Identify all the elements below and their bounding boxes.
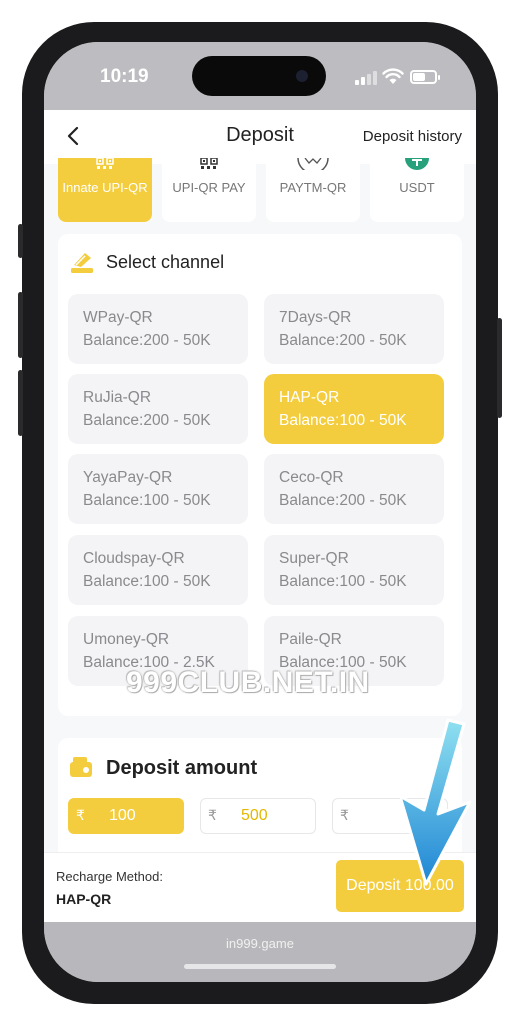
status-bar: 10:19 — [44, 42, 476, 110]
channel-name: WPay-QR — [83, 309, 153, 326]
tab-paytm-qr[interactable]: PAYTM-QR — [266, 158, 360, 222]
channel-name: HAP-QR — [279, 389, 340, 406]
action-button — [18, 224, 23, 258]
tab-upi-qr-pay[interactable]: UPI-QR PAY — [162, 158, 256, 222]
tab-label: PAYTM-QR — [279, 180, 347, 195]
page-header: Deposit Deposit history — [44, 110, 476, 164]
channel-hap-qr[interactable]: HAP-QR Balance:100 - 50K — [264, 374, 444, 444]
tab-innate-upi-qr[interactable]: Innate UPI-QR — [58, 158, 152, 222]
rupee-icon: ₹ — [208, 807, 217, 823]
usdt-coin-icon — [405, 158, 429, 170]
home-indicator[interactable] — [184, 964, 336, 969]
channel-name: Ceco-QR — [279, 469, 344, 486]
channel-cloudspay-qr[interactable]: Cloudspay-QR Balance:100 - 50K — [68, 535, 248, 605]
amount-value: 100 — [109, 807, 136, 824]
tab-label: USDT — [399, 180, 435, 195]
channel-name: YayaPay-QR — [83, 469, 173, 486]
tab-label: Innate UPI-QR — [62, 180, 148, 195]
channel-balance: Balance:200 - 50K — [279, 492, 407, 509]
channel-balance: Balance:200 - 50K — [83, 412, 211, 429]
amount-header: Deposit amount — [68, 754, 257, 782]
select-channel-panel: Select channel WPay-QR Balance:200 - 50K… — [58, 234, 462, 716]
channel-balance: Balance:100 - 50K — [279, 573, 407, 590]
channel-7days-qr[interactable]: 7Days-QR Balance:200 - 50K — [264, 294, 444, 364]
battery-icon — [410, 70, 440, 84]
channel-ceco-qr[interactable]: Ceco-QR Balance:200 - 50K — [264, 454, 444, 524]
recharge-method-label: Recharge Method: — [56, 869, 163, 884]
channel-name: 7Days-QR — [279, 309, 352, 326]
phone-screen: 10:19 Deposit Deposit history Innate UPI… — [44, 42, 476, 982]
url-label[interactable]: in999.game — [44, 936, 476, 951]
watermark-text: 999CLUB.NET.IN — [126, 666, 370, 699]
volume-down-button — [18, 370, 23, 436]
channel-name: Cloudspay-QR — [83, 550, 185, 567]
channel-name: RuJia-QR — [83, 389, 152, 406]
channel-balance: Balance:100 - 50K — [83, 492, 211, 509]
qr-icon — [96, 158, 114, 169]
channel-title: Select channel — [106, 251, 225, 272]
volume-up-button — [18, 292, 23, 358]
amount-option-100[interactable]: ₹ 100 — [68, 798, 184, 834]
channel-balance: Balance:200 - 50K — [279, 332, 407, 349]
rupee-icon: ₹ — [340, 807, 349, 823]
payment-method-tabs: Innate UPI-QR UPI-QR PAY PAYTM-QR USDT — [58, 158, 476, 222]
channel-rujia-qr[interactable]: RuJia-QR Balance:200 - 50K — [68, 374, 248, 444]
camera-icon — [296, 70, 308, 82]
amount-option-500[interactable]: ₹ 500 — [200, 798, 316, 834]
channel-icon — [71, 253, 93, 273]
amount-value: 500 — [241, 807, 268, 824]
browser-bottom-bar: in999.game — [44, 922, 476, 982]
power-button — [497, 318, 502, 418]
qr-icon — [200, 158, 218, 169]
channel-header: Select channel — [68, 248, 224, 276]
channel-super-qr[interactable]: Super-QR Balance:100 - 50K — [264, 535, 444, 605]
back-arrow-icon[interactable] — [62, 124, 86, 148]
channel-yayapay-qr[interactable]: YayaPay-QR Balance:100 - 50K — [68, 454, 248, 524]
deposit-history-link[interactable]: Deposit history — [363, 128, 462, 145]
wifi-icon — [382, 68, 404, 84]
wallet-icon — [70, 757, 92, 777]
recharge-method-value: HAP-QR — [56, 891, 112, 907]
rupee-icon: ₹ — [76, 807, 85, 823]
channel-name: Umoney-QR — [83, 631, 170, 648]
signal-icon — [355, 71, 377, 85]
channel-balance: Balance:100 - 50K — [83, 573, 211, 590]
channel-name: Super-QR — [279, 550, 349, 567]
tab-label: UPI-QR PAY — [172, 180, 246, 195]
paytm-logo-icon — [297, 158, 329, 170]
channel-name: Paile-QR — [279, 631, 342, 648]
channel-balance: Balance:100 - 50K — [279, 412, 407, 429]
tab-usdt[interactable]: USDT — [370, 158, 464, 222]
channel-wpay-qr[interactable]: WPay-QR Balance:200 - 50K — [68, 294, 248, 364]
amount-title: Deposit amount — [106, 756, 258, 779]
pointer-arrow-icon — [400, 718, 472, 886]
status-time: 10:19 — [100, 66, 149, 87]
dynamic-island — [192, 56, 326, 96]
channel-balance: Balance:200 - 50K — [83, 332, 211, 349]
